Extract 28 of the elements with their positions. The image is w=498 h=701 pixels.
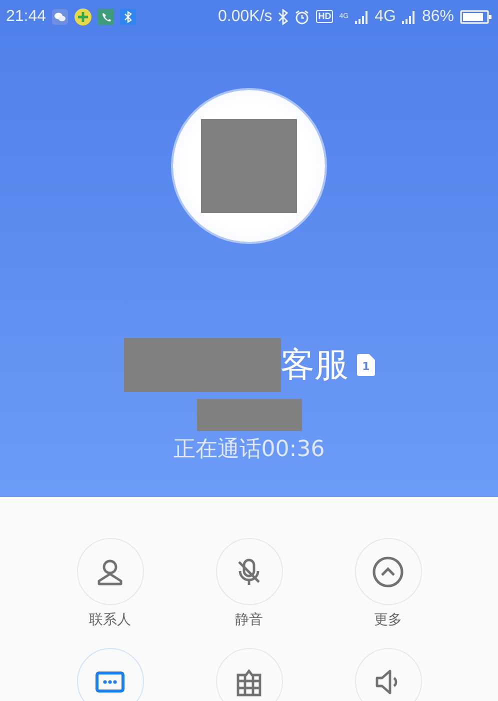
clock-time: 21:44: [6, 8, 46, 26]
bluetooth-icon: [120, 8, 136, 24]
signal-icon: [354, 10, 369, 24]
alarm-clock-icon: [294, 8, 310, 24]
network-speed: 0.00K/s: [218, 8, 272, 26]
control-label: 静音: [235, 611, 263, 629]
call-status: 正在通话00:36: [173, 436, 325, 464]
chevron-up-circle-icon: [372, 556, 404, 588]
battery-icon: [460, 10, 492, 24]
control-label: 联系人: [89, 611, 131, 629]
bluetooth-icon: [278, 8, 288, 24]
chat-bubbles-icon: [52, 8, 68, 24]
keypad-icon: [234, 666, 264, 696]
mute-button[interactable]: [216, 538, 282, 605]
network-type: 4G: [374, 8, 396, 26]
speaker-button[interactable]: [354, 648, 422, 701]
signal-icon: [402, 10, 416, 24]
caller-name: 客服: [280, 345, 348, 385]
battery-percent: 86%: [422, 8, 454, 26]
control-label: 更多: [374, 611, 402, 629]
keypad-button[interactable]: [216, 648, 282, 701]
hd-badge: HD: [316, 10, 334, 23]
message-button[interactable]: [76, 648, 144, 701]
sim-card-icon: 1: [356, 354, 374, 376]
more-button[interactable]: [354, 538, 422, 605]
phone-icon: [98, 8, 114, 24]
plus-circle-icon: [74, 8, 92, 26]
contacts-button[interactable]: [76, 538, 144, 605]
